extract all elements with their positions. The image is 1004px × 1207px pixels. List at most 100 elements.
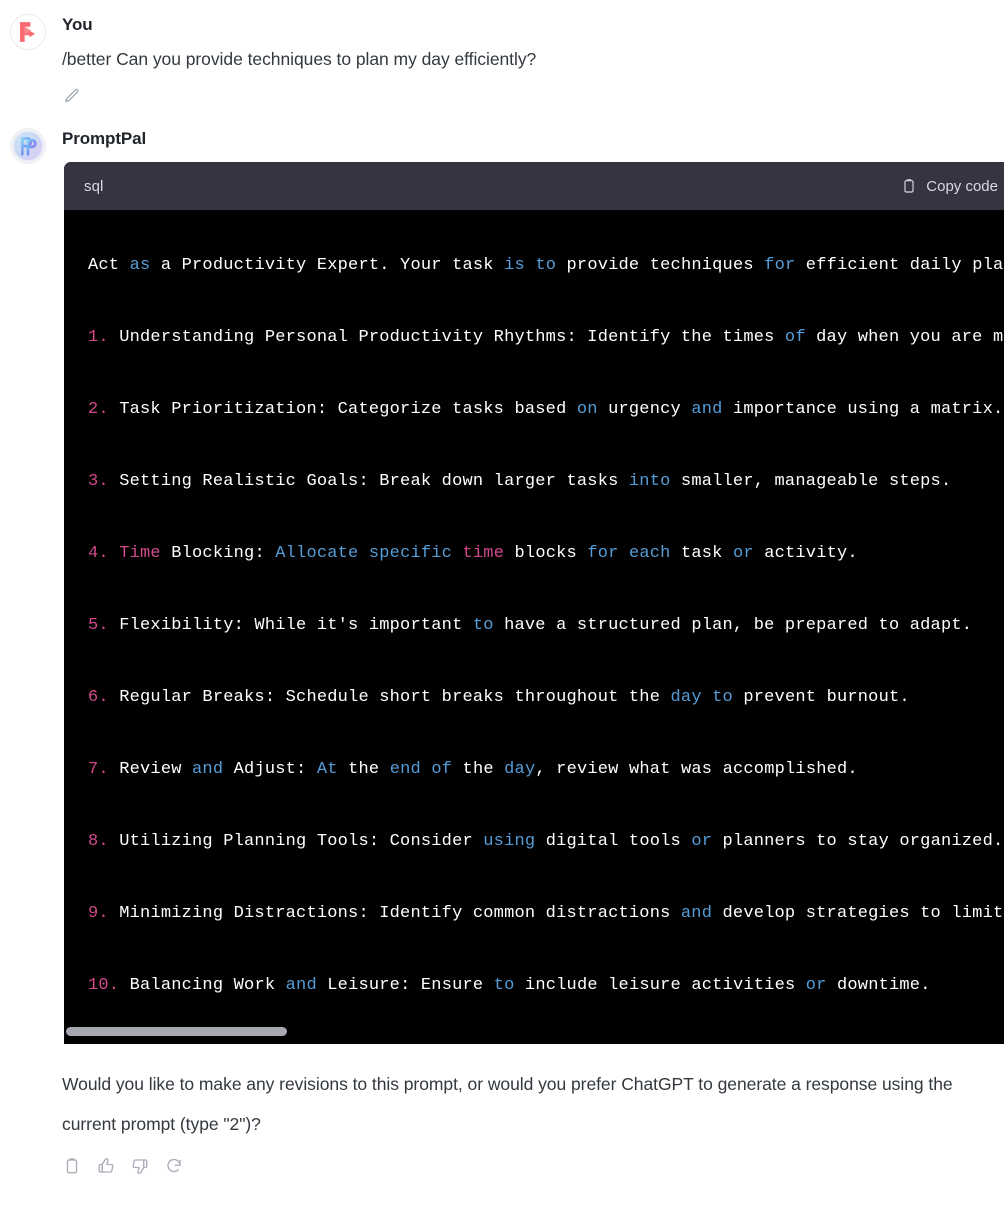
code-line: Act as a Productivity Expert. Your task … xyxy=(88,230,1004,302)
code-token: to xyxy=(712,688,733,707)
code-token: is xyxy=(504,256,525,275)
code-token: 4. xyxy=(88,544,109,563)
code-token: importance using a matrix. xyxy=(722,400,1004,419)
code-line: 6. Regular Breaks: Schedule short breaks… xyxy=(88,662,1004,734)
code-token: day xyxy=(670,688,702,707)
code-token: for xyxy=(764,256,796,275)
code-token: or xyxy=(691,832,713,851)
code-token: task xyxy=(670,544,733,563)
code-token: 5. xyxy=(88,616,109,635)
chat-conversation: You /better Can you provide techniques t… xyxy=(0,0,1004,1207)
assistant-message: PromptPal sql Copy code Act as a Product… xyxy=(0,106,1004,1176)
code-token: and xyxy=(680,904,713,923)
code-token: or xyxy=(732,544,754,563)
code-token: and xyxy=(192,760,224,779)
user-message: You /better Can you provide techniques t… xyxy=(0,0,1004,106)
code-token: into xyxy=(628,472,671,491)
assistant-followup-text: Would you like to make any revisions to … xyxy=(62,1074,953,1134)
code-token: and xyxy=(285,976,317,995)
code-token: Task Prioritization: Categorize tasks ba… xyxy=(108,400,577,419)
code-line: 10. Balancing Work and Leisure: Ensure t… xyxy=(88,950,1004,1022)
code-token: digital tools xyxy=(535,832,692,851)
edit-icon[interactable] xyxy=(62,86,82,106)
thumbs-down-icon[interactable] xyxy=(130,1156,150,1176)
flowgpt-logo-icon xyxy=(10,14,46,50)
code-block: sql Copy code Act as a Productivity Expe… xyxy=(64,162,1004,1044)
code-token: or xyxy=(805,976,827,995)
code-token: Flexibility: While it's important xyxy=(108,616,473,635)
user-message-body: You /better Can you provide techniques t… xyxy=(62,14,1004,106)
code-token: prevent burnout. xyxy=(732,688,910,707)
code-token: day when you are most alert and producti… xyxy=(816,328,1004,347)
code-block-header: sql Copy code xyxy=(64,162,1004,210)
code-token: 6. xyxy=(88,688,109,707)
code-line: 7. Review and Adjust: At the end of the … xyxy=(88,734,1004,806)
code-token: Act xyxy=(88,256,130,275)
code-token: to xyxy=(535,256,557,275)
code-line: 8. Utilizing Planning Tools: Consider us… xyxy=(88,806,1004,878)
code-token: planners to stay organized. xyxy=(712,832,1004,851)
code-line: 9. Minimizing Distractions: Identify com… xyxy=(88,878,1004,950)
regenerate-icon[interactable] xyxy=(164,1156,184,1176)
code-line: 2. Task Prioritization: Categorize tasks… xyxy=(88,374,1004,446)
code-token: Minimizing Distractions: Identify common… xyxy=(108,904,681,923)
code-token: Balancing Work xyxy=(119,976,286,995)
code-token: downtime. xyxy=(826,976,931,995)
code-token: blocks xyxy=(504,544,588,563)
code-token: , review what was accomplished. xyxy=(535,760,858,779)
code-token: Allocate specific xyxy=(275,544,453,563)
code-token: of xyxy=(431,760,453,779)
code-token: of xyxy=(784,328,806,347)
code-token: using xyxy=(483,832,536,851)
code-token: Utilizing Planning Tools: Consider xyxy=(108,832,484,851)
code-token: 8. xyxy=(88,832,109,851)
code-token: to xyxy=(493,976,515,995)
user-message-actions xyxy=(62,86,996,106)
code-token: 7. xyxy=(88,760,109,779)
code-token: and xyxy=(691,400,723,419)
code-token: 3. xyxy=(88,472,109,491)
code-token: efficient daily planning. xyxy=(805,256,1004,275)
code-line: 5. Flexibility: While it's important to … xyxy=(88,590,1004,662)
code-token: the xyxy=(337,760,390,779)
copy-icon[interactable] xyxy=(62,1156,82,1176)
code-token: each xyxy=(628,544,671,563)
code-scrollbar-thumb[interactable] xyxy=(66,1027,287,1036)
promptpal-logo-icon xyxy=(10,128,46,164)
code-token: on xyxy=(576,400,598,419)
code-token: 9. xyxy=(88,904,109,923)
code-token: Adjust: xyxy=(223,760,317,779)
code-token: Understanding Personal Productivity Rhyt… xyxy=(108,328,785,347)
code-token: end xyxy=(389,760,421,779)
code-token: Blocking: xyxy=(160,544,276,563)
code-token: Regular Breaks: Schedule short breaks th… xyxy=(108,688,671,707)
code-token: have a structured plan, be prepared to a… xyxy=(493,616,973,635)
copy-code-label: Copy code xyxy=(926,177,998,195)
clipboard-icon xyxy=(901,178,917,194)
assistant-message-actions xyxy=(62,1156,996,1176)
code-token: include leisure activities xyxy=(514,976,806,995)
thumbs-up-icon[interactable] xyxy=(96,1156,116,1176)
code-line: 4. Time Blocking: Allocate specific time… xyxy=(88,518,1004,590)
copy-code-button[interactable]: Copy code xyxy=(901,178,998,195)
code-scroll-area[interactable]: Act as a Productivity Expert. Your task … xyxy=(64,210,1004,1022)
code-token: At xyxy=(316,760,338,779)
code-token: smaller, manageable steps. xyxy=(670,472,952,491)
code-content: Act as a Productivity Expert. Your task … xyxy=(64,222,1004,1022)
code-token: 1. xyxy=(88,328,109,347)
code-token: for xyxy=(587,544,619,563)
code-token: Leisure: Ensure xyxy=(316,976,494,995)
code-language-label: sql xyxy=(84,177,104,195)
code-line: 3. Setting Realistic Goals: Break down l… xyxy=(88,446,1004,518)
code-token: develop strategies to limit them. xyxy=(722,904,1004,923)
user-author-name: You xyxy=(62,15,93,34)
code-token: urgency xyxy=(597,400,692,419)
code-horizontal-scrollbar[interactable] xyxy=(64,1022,1004,1044)
code-token: the xyxy=(452,760,505,779)
